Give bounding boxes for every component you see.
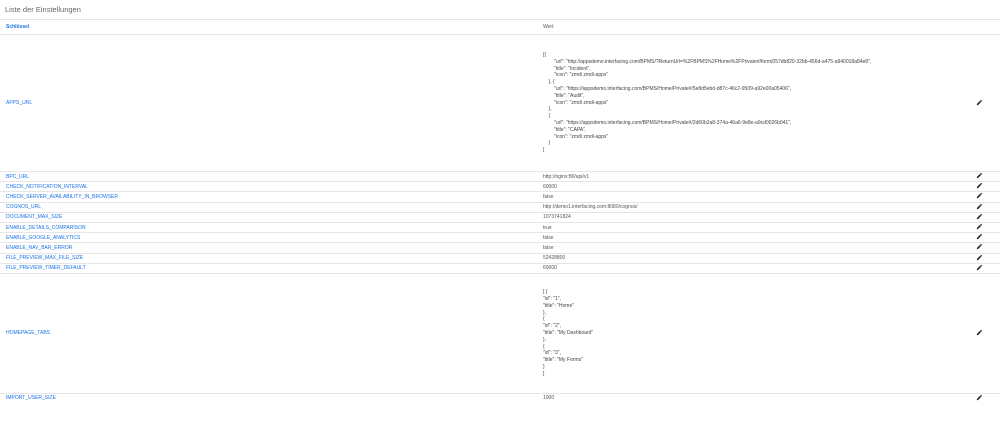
column-header-value: Wert bbox=[537, 19, 970, 35]
setting-value: true bbox=[537, 221, 970, 233]
setting-value-text: [{ "url": "http://appsdemo.interfacing.c… bbox=[543, 52, 872, 154]
pencil-icon[interactable] bbox=[976, 234, 983, 241]
table-row: IMPORT_USER_SIZE 1000 bbox=[0, 392, 1000, 404]
setting-value: 52428800 bbox=[537, 252, 970, 264]
setting-key[interactable]: FILE_PREVIEW_TIMER_DEFAULT bbox=[0, 262, 537, 274]
table-row: HOMEPAGE_TABS [ { "id": "1", "title": "H… bbox=[0, 272, 1000, 394]
table-row: CHECK_NOTIFICATION_INTERVAL 60000 bbox=[0, 181, 1000, 192]
setting-key[interactable]: ENABLE_DETAILS_COMPARISON bbox=[0, 221, 537, 233]
pencil-icon[interactable] bbox=[976, 264, 983, 271]
setting-value: http://demo1.interfacing.com:8080/cognos… bbox=[537, 201, 970, 213]
row-actions bbox=[970, 34, 1000, 172]
setting-key[interactable]: IMPORT_USER_SIZE bbox=[0, 392, 537, 404]
row-actions bbox=[970, 262, 1000, 274]
row-actions bbox=[970, 242, 1000, 253]
setting-value: 60000 bbox=[537, 181, 970, 192]
pencil-icon[interactable] bbox=[976, 394, 983, 401]
setting-value: [ { "id": "1", "title": "Home" }, { "id"… bbox=[537, 272, 970, 394]
page-title: Liste der Einstellungen bbox=[5, 5, 81, 14]
setting-key[interactable]: BPC_URL bbox=[0, 170, 537, 182]
table-row: ENABLE_NAV_BAR_ERROR false bbox=[0, 242, 1000, 253]
pencil-icon[interactable] bbox=[976, 203, 983, 210]
pencil-icon[interactable] bbox=[976, 172, 983, 180]
row-actions bbox=[970, 170, 1000, 182]
settings-table: Schlüssel Wert APPS_URL [{ "url": "http:… bbox=[0, 19, 1000, 404]
pencil-icon[interactable] bbox=[976, 329, 983, 336]
setting-key[interactable]: COGNOS_URL bbox=[0, 201, 537, 213]
setting-value-text: [ { "id": "1", "title": "Home" }, { "id"… bbox=[543, 289, 594, 377]
pencil-icon[interactable] bbox=[976, 99, 983, 106]
setting-value: 60000 bbox=[537, 262, 970, 274]
setting-value: false bbox=[537, 191, 970, 203]
setting-key[interactable]: APPS_URL bbox=[0, 34, 537, 172]
pencil-icon[interactable] bbox=[976, 223, 983, 230]
row-actions bbox=[970, 272, 1000, 394]
row-actions bbox=[970, 392, 1000, 404]
table-row: ENABLE_GOOGLE_ANALYTICS false bbox=[0, 232, 1000, 243]
setting-key[interactable]: CHECK_NOTIFICATION_INTERVAL bbox=[0, 181, 537, 192]
setting-key[interactable]: DOCUMENT_MAX_SIZE bbox=[0, 211, 537, 223]
setting-value: 1073741824 bbox=[537, 211, 970, 223]
row-actions bbox=[970, 252, 1000, 264]
setting-key[interactable]: ENABLE_GOOGLE_ANALYTICS bbox=[0, 232, 537, 243]
row-actions bbox=[970, 191, 1000, 203]
setting-value: [{ "url": "http://appsdemo.interfacing.c… bbox=[537, 34, 970, 172]
setting-key[interactable]: ENABLE_NAV_BAR_ERROR bbox=[0, 242, 537, 253]
setting-value: false bbox=[537, 242, 970, 253]
pencil-icon[interactable] bbox=[976, 254, 983, 261]
table-row: CHECK_SERVER_AVAILABILITY_IN_BROWSER fals… bbox=[0, 191, 1000, 203]
table-row: DOCUMENT_MAX_SIZE 1073741824 bbox=[0, 211, 1000, 223]
setting-value: 1000 bbox=[537, 392, 970, 404]
table-row: BPC_URL http://nginx:80/api/v1 bbox=[0, 170, 1000, 182]
setting-key[interactable]: HOMEPAGE_TABS bbox=[0, 272, 537, 394]
row-actions bbox=[970, 221, 1000, 233]
row-actions bbox=[970, 232, 1000, 243]
setting-key[interactable]: FILE_PREVIEW_MAX_FILE_SIZE bbox=[0, 252, 537, 264]
pencil-icon[interactable] bbox=[976, 183, 983, 190]
pencil-icon[interactable] bbox=[976, 244, 983, 251]
row-actions bbox=[970, 181, 1000, 192]
row-actions bbox=[970, 211, 1000, 223]
setting-value: false bbox=[537, 232, 970, 243]
row-actions bbox=[970, 201, 1000, 213]
column-header-actions bbox=[970, 19, 1000, 35]
setting-key[interactable]: CHECK_SERVER_AVAILABILITY_IN_BROWSER bbox=[0, 191, 537, 203]
table-row: FILE_PREVIEW_TIMER_DEFAULT 60000 bbox=[0, 262, 1000, 274]
table-row: FILE_PREVIEW_MAX_FILE_SIZE 52428800 bbox=[0, 252, 1000, 264]
setting-value: http://nginx:80/api/v1 bbox=[537, 170, 970, 182]
table-row: APPS_URL [{ "url": "http://appsdemo.inte… bbox=[0, 34, 1000, 172]
table-row: COGNOS_URL http://demo1.interfacing.com:8… bbox=[0, 201, 1000, 213]
pencil-icon[interactable] bbox=[976, 193, 983, 200]
table-header-row: Schlüssel Wert bbox=[0, 19, 1000, 35]
pencil-icon[interactable] bbox=[976, 213, 983, 220]
table-row: ENABLE_DETAILS_COMPARISON true bbox=[0, 221, 1000, 233]
column-header-key[interactable]: Schlüssel bbox=[0, 19, 537, 35]
